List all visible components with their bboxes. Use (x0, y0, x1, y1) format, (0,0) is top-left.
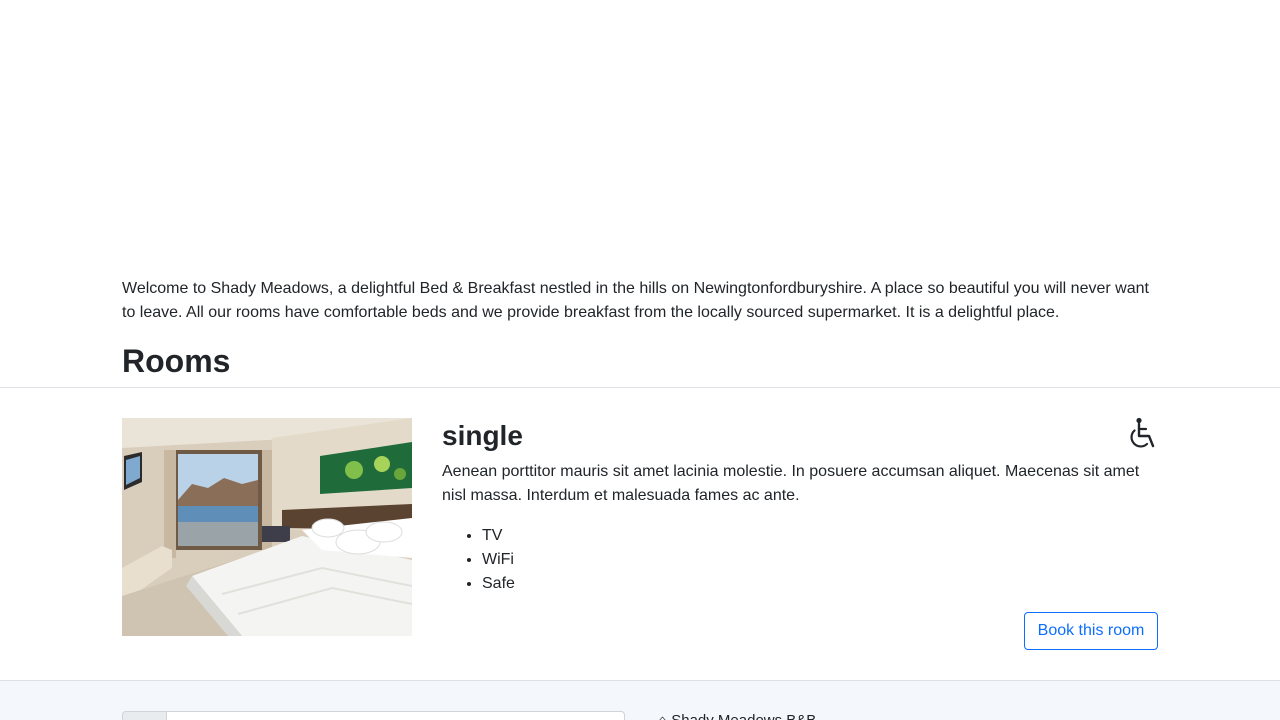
wheelchair-icon (1130, 417, 1155, 448)
rooms-divider (0, 387, 1280, 388)
rooms-heading: Rooms (122, 343, 231, 379)
intro-text: Welcome to Shady Meadows, a delightful B… (122, 280, 1149, 321)
book-room-button[interactable]: Book this room (1024, 612, 1158, 650)
footer-input-group[interactable] (122, 711, 625, 720)
room-description: Aenean porttitor mauris sit amet lacinia… (442, 463, 1140, 504)
footer-input-addon (123, 712, 167, 720)
feature-item: WiFi (482, 548, 515, 572)
page: Welcome to Shady Meadows, a delightful B… (0, 0, 1280, 720)
footer-brand: ⌂ Shady Meadows B&B (658, 711, 816, 720)
footer: ⌂ Shady Meadows B&B (0, 681, 1280, 720)
room-title: single (442, 420, 523, 451)
feature-item: Safe (482, 572, 515, 596)
room-image (122, 418, 412, 636)
feature-item: TV (482, 524, 515, 548)
room-features-list: TV WiFi Safe (442, 524, 515, 596)
